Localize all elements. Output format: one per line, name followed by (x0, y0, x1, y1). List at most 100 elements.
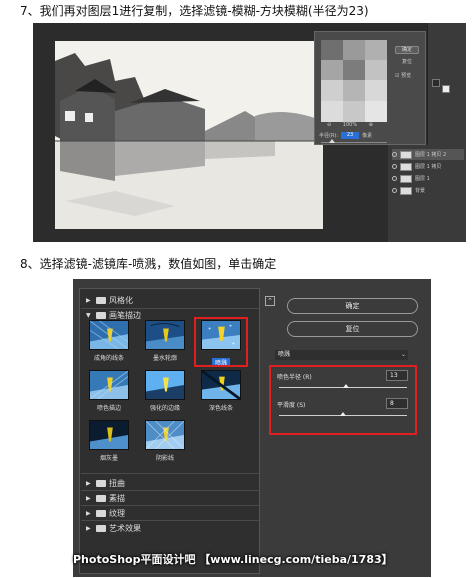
folder-open-icon (96, 312, 106, 319)
zoom-level: 100% (342, 122, 358, 128)
zoom-controls: ⊖ 100% ⊕ (327, 122, 383, 128)
folder-label: 艺术效果 (109, 524, 141, 533)
blur-ok-button[interactable]: 确定 (395, 46, 419, 54)
divider (81, 490, 259, 491)
radius-row: 半径(R): 23 像素 (319, 132, 372, 139)
filter-label: 烟灰墨 (99, 455, 118, 462)
filter-preview (145, 420, 185, 450)
layer-row[interactable]: 背景 (392, 185, 464, 196)
layer-name: 图层 1 拷贝 (415, 164, 442, 170)
filter-preview (89, 320, 129, 350)
eye-icon[interactable] (392, 152, 397, 157)
blur-preview-image (321, 40, 387, 122)
folder-icon (96, 510, 106, 517)
layer-name: 图层 1 拷贝 2 (415, 152, 447, 158)
zoom-out-icon[interactable]: ⊖ (327, 122, 331, 128)
box-blur-dialog: 确定 复位 ☑ 预览 ⊖ 100% ⊕ 半径(R): 23 像素 (314, 31, 426, 145)
layer-row[interactable]: 图层 1 (392, 173, 464, 184)
filter-thumb-crosshatch[interactable]: 阴影线 (142, 420, 188, 462)
filter-label: 阴影线 (155, 455, 174, 462)
filter-preview (89, 370, 129, 400)
folder-stylize[interactable]: ▶ 风格化 (86, 295, 133, 306)
expand-arrow-icon: ▶ (86, 480, 91, 487)
selection-highlight-box (194, 317, 248, 367)
chevron-down-icon: ⌄ (400, 351, 406, 358)
radius-unit: 像素 (362, 133, 373, 139)
layer-thumbnail (400, 162, 412, 171)
folder-icon (96, 525, 106, 532)
folder-label: 扭曲 (109, 479, 125, 488)
folder-label: 纹理 (109, 509, 125, 518)
folder-icon (96, 297, 106, 304)
folder-distort[interactable]: ▶ 扭曲 (86, 478, 125, 489)
blur-reset-button[interactable]: 复位 (395, 58, 419, 66)
expand-arrow-icon: ▶ (86, 525, 91, 532)
layer-row[interactable]: 图层 1 拷贝 2 (392, 149, 464, 160)
smoothness-label: 平滑度 (S) (277, 402, 306, 409)
filter-label: 墨水轮廓 (152, 355, 177, 362)
filter-thumb-sprayed-strokes[interactable]: 喷色描边 (86, 370, 132, 412)
layers-panel: 图层 1 拷贝 2 图层 1 拷贝 图层 1 背景 (388, 145, 466, 242)
filter-gallery-screenshot: ▶ 风格化 ▼ 画笔描边 成角的线条 墨水轮廓 喷溅 喷色描边 强化的边缘 深色… (73, 279, 431, 577)
filter-thumb-dark-strokes[interactable]: 深色线条 (198, 370, 244, 412)
smoothness-slider-thumb[interactable] (340, 412, 346, 416)
filter-label: 喷色描边 (96, 405, 121, 412)
filter-preview (145, 320, 185, 350)
filter-thumb-accented-edges[interactable]: 强化的边缘 (142, 370, 188, 412)
folder-label: 风格化 (109, 296, 133, 305)
filter-preview (145, 370, 185, 400)
filter-settings-panel: ⌃ 确定 复位 喷溅 ⌄ 喷色半径 (R) 13 平滑度 (S) 8 (265, 279, 431, 577)
divider (81, 520, 259, 521)
smoothness-input[interactable]: 8 (386, 398, 408, 409)
folder-artistic[interactable]: ▶ 艺术效果 (86, 523, 141, 534)
document-canvas (55, 41, 323, 229)
expand-arrow-icon: ▶ (86, 510, 91, 517)
layer-thumbnail (400, 150, 412, 159)
radius-label: 半径(R): (319, 133, 339, 139)
folder-icon (96, 480, 106, 487)
spray-radius-label: 喷色半径 (R) (277, 374, 312, 381)
step-8-caption: 8、选择滤镜-滤镜库-喷溅，数值如图，单击确定 (20, 257, 277, 271)
filter-label: 成角的线条 (93, 355, 124, 362)
folder-texture[interactable]: ▶ 纹理 (86, 508, 125, 519)
background-color-swatch[interactable] (442, 85, 450, 93)
divider (81, 308, 259, 309)
collapse-panel-icon[interactable]: ⌃ (265, 296, 275, 306)
filter-preview (201, 370, 241, 400)
divider (81, 505, 259, 506)
folder-sketch[interactable]: ▶ 素描 (86, 493, 125, 504)
filter-label: 深色线条 (208, 405, 233, 412)
folder-icon (96, 495, 106, 502)
reset-button[interactable]: 复位 (287, 321, 418, 337)
watermark-text: PhotoShop平面设计吧 【www.linecg.com/tieba/178… (73, 553, 393, 566)
filter-select-dropdown[interactable]: 喷溅 ⌄ (275, 350, 408, 360)
filter-thumb-sumi-e[interactable]: 烟灰墨 (86, 420, 132, 462)
ok-button[interactable]: 确定 (287, 298, 418, 314)
spray-radius-slider-thumb[interactable] (342, 384, 349, 388)
filter-preview (89, 420, 129, 450)
layer-name: 背景 (415, 188, 426, 194)
folder-label: 素描 (109, 494, 125, 503)
photoshop-screenshot-box-blur: 确定 复位 ☑ 预览 ⊖ 100% ⊕ 半径(R): 23 像素 图层 1 拷贝… (33, 23, 466, 242)
layer-thumbnail (400, 174, 412, 183)
eye-icon[interactable] (392, 188, 397, 193)
expand-arrow-icon: ▶ (86, 297, 91, 304)
selected-filter-value: 喷溅 (278, 351, 291, 358)
eye-icon[interactable] (392, 164, 397, 169)
eye-icon[interactable] (392, 176, 397, 181)
zoom-in-icon[interactable]: ⊕ (369, 122, 373, 128)
step-7-caption: 7、我们再对图层1进行复制，选择滤镜-模糊-方块模糊(半径为23) (20, 4, 369, 18)
spray-radius-input[interactable]: 13 (386, 370, 408, 381)
radius-slider-thumb[interactable] (329, 139, 335, 143)
filter-thumb-ink-outlines[interactable]: 墨水轮廓 (142, 320, 188, 362)
foreground-color-swatch[interactable] (432, 79, 440, 87)
radius-input[interactable]: 23 (341, 132, 360, 139)
layer-name: 图层 1 (415, 176, 430, 182)
preview-checkbox[interactable]: ☑ 预览 (395, 72, 411, 79)
collapse-arrow-icon: ▼ (86, 312, 91, 319)
divider (81, 473, 259, 474)
layer-thumbnail (400, 186, 412, 195)
filter-thumb-angled-strokes[interactable]: 成角的线条 (86, 320, 132, 362)
layer-row[interactable]: 图层 1 拷贝 (392, 161, 464, 172)
expand-arrow-icon: ▶ (86, 495, 91, 502)
